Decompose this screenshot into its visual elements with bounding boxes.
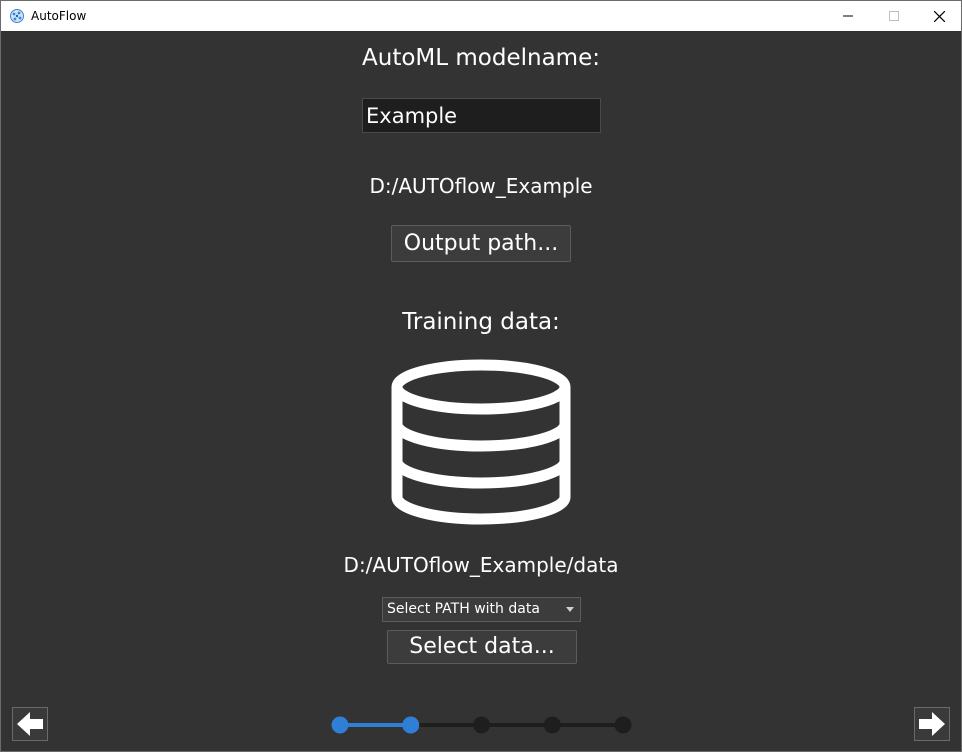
window-title: AutoFlow [31, 9, 87, 23]
app-window: AutoFlow AutoML modelname: D:/AUTOflow_E… [0, 0, 962, 752]
close-button[interactable] [916, 1, 962, 31]
model-name-input[interactable] [362, 98, 601, 133]
select-data-button[interactable]: Select data... [387, 630, 577, 664]
autoflow-logo-icon [10, 9, 24, 23]
maximize-icon [889, 11, 899, 21]
close-icon [933, 10, 945, 22]
step-progress [331, 716, 632, 734]
output-path-display: D:/AUTOflow_Example [369, 174, 593, 198]
step-dot [402, 716, 420, 734]
maximize-button[interactable] [871, 1, 917, 31]
training-data-label: Training data: [402, 309, 560, 335]
data-mode-select-value: Select PATH with data [387, 601, 540, 617]
minimize-button[interactable] [825, 1, 871, 31]
wizard-page: AutoML modelname: D:/AUTOflow_Example Ou… [1, 32, 961, 751]
chevron-down-icon [566, 607, 574, 612]
title-bar[interactable]: AutoFlow [1, 1, 961, 31]
model-name-label: AutoML modelname: [362, 45, 600, 71]
step-dot [543, 716, 561, 734]
database-icon [391, 359, 571, 525]
data-mode-select[interactable]: Select PATH with data [382, 597, 581, 622]
minimize-icon [843, 15, 853, 17]
output-path-button[interactable]: Output path... [391, 225, 571, 262]
data-path-display: D:/AUTOflow_Example/data [343, 553, 619, 577]
step-dot [614, 716, 632, 734]
step-dot [473, 716, 490, 734]
arrow-right-icon [919, 712, 945, 736]
step-dot [331, 716, 349, 734]
next-button[interactable] [914, 707, 950, 741]
